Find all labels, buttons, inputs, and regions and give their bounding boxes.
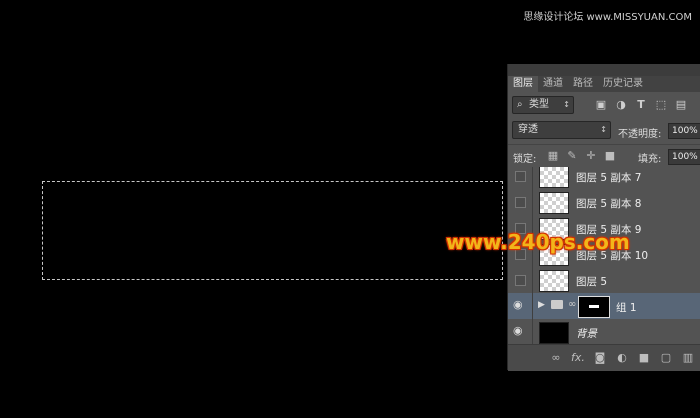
blend-mode-select[interactable]: 穿透 ↕ <box>512 121 611 139</box>
opacity-label: 不透明度: <box>618 129 662 140</box>
layer-row[interactable]: 图层 5 副本 7 <box>508 167 700 190</box>
search-icon: ⌕ <box>517 99 523 110</box>
layer-thumbnail <box>539 192 569 214</box>
layer-name: 图层 5 副本 7 <box>576 172 642 184</box>
layer-row[interactable]: 图层 5 副本 8 <box>508 189 700 216</box>
tab-channels[interactable]: 通道 <box>538 76 568 92</box>
smart-object-filter-icon[interactable]: ▤ <box>674 98 688 112</box>
group-layer-row[interactable]: ◉ ▶ ∞ 组 1 <box>508 293 700 320</box>
layers-bottom-bar: ∞ fx. ◙ ◐ ■ ▢ ▥ <box>508 344 700 371</box>
add-mask-icon[interactable]: ◙ <box>593 351 607 365</box>
layer-name: 背景 <box>576 328 597 340</box>
visibility-toggle[interactable] <box>508 167 533 189</box>
lock-position-icon[interactable]: ✛ <box>584 149 598 163</box>
chevron-updown-icon: ↕ <box>563 100 570 109</box>
lock-image-icon[interactable]: ✎ <box>565 149 579 163</box>
lock-row: 锁定: ▦ ✎ ✛ ■ 填充: 100% <box>508 144 700 167</box>
panel-header-bar[interactable] <box>508 64 700 76</box>
lock-label: 锁定: <box>513 154 537 165</box>
marquee-selection <box>42 181 503 280</box>
visibility-toggle[interactable]: ◉ <box>508 319 533 345</box>
layer-thumbnail <box>539 322 569 344</box>
lock-icons: ▦ ✎ ✛ ■ <box>546 149 617 163</box>
lock-transparent-icon[interactable]: ▦ <box>546 149 560 163</box>
filter-row: ⌕ 类型 ↕ ▣ ◑ T ⬚ ▤ <box>508 92 700 118</box>
folder-icon <box>551 300 563 309</box>
layer-row[interactable]: 图层 5 <box>508 267 700 294</box>
trash-icon[interactable]: ▥ <box>681 351 695 365</box>
layers-panel: 图层 通道 路径 历史记录 ⌕ 类型 ↕ ▣ ◑ T ⬚ ▤ 穿透 ↕ 不透明度… <box>507 64 700 371</box>
tab-layers[interactable]: 图层 <box>508 76 538 92</box>
eye-icon: ◉ <box>513 324 523 337</box>
visibility-toggle[interactable]: ◉ <box>508 293 533 319</box>
new-group-icon[interactable]: ■ <box>637 351 651 365</box>
type-filter-icon[interactable]: T <box>634 98 648 112</box>
filter-icons: ▣ ◑ T ⬚ ▤ <box>594 98 688 112</box>
fill-label: 填充: <box>638 154 662 165</box>
layer-list: 图层 5 副本 7 图层 5 副本 8 图层 5 副本 9 图层 5 副本 10… <box>508 167 700 347</box>
tab-paths[interactable]: 路径 <box>568 76 598 92</box>
fx-icon[interactable]: fx. <box>571 351 585 365</box>
chevron-updown-icon: ↕ <box>600 125 607 134</box>
tab-history[interactable]: 历史记录 <box>598 76 648 92</box>
lock-all-icon[interactable]: ■ <box>603 149 617 163</box>
visibility-toggle[interactable] <box>508 267 533 293</box>
opacity-field[interactable]: 100% <box>668 123 700 139</box>
layer-name: 图层 5 <box>576 276 608 288</box>
site-brand-watermark: www.240ps.com <box>446 230 630 254</box>
image-filter-icon[interactable]: ▣ <box>594 98 608 112</box>
hidden-box-icon <box>515 275 526 286</box>
panel-tabs: 图层 通道 路径 历史记录 <box>508 76 700 92</box>
adjustment-layer-icon[interactable]: ◐ <box>615 351 629 365</box>
blend-mode-value: 穿透 <box>518 124 538 135</box>
link-layers-icon[interactable]: ∞ <box>549 351 563 365</box>
mask-thumbnail[interactable] <box>578 296 610 318</box>
layer-name: 组 1 <box>616 302 637 314</box>
adjustment-filter-icon[interactable]: ◑ <box>614 98 628 112</box>
fill-field[interactable]: 100% <box>668 149 700 165</box>
layer-row[interactable]: ◉ 背景 <box>508 319 700 346</box>
blend-row: 穿透 ↕ 不透明度: 100% <box>508 118 700 142</box>
visibility-toggle[interactable] <box>508 189 533 215</box>
layer-thumbnail <box>539 270 569 292</box>
shape-filter-icon[interactable]: ⬚ <box>654 98 668 112</box>
expand-arrow-icon[interactable]: ▶ <box>538 300 545 310</box>
filter-type-select[interactable]: ⌕ 类型 ↕ <box>512 96 574 114</box>
new-layer-icon[interactable]: ▢ <box>659 351 673 365</box>
eye-icon: ◉ <box>513 298 523 311</box>
hidden-box-icon <box>515 171 526 182</box>
layer-name: 图层 5 副本 8 <box>576 198 642 210</box>
watermark: 思缘设计论坛 www.MISSYUAN.COM <box>523 12 692 23</box>
chain-link-icon[interactable]: ∞ <box>568 299 576 310</box>
bottom-icons: ∞ fx. ◙ ◐ ■ ▢ ▥ <box>549 351 695 365</box>
filter-type-label: 类型 <box>529 99 549 110</box>
mask-shape <box>589 305 599 308</box>
layer-thumbnail <box>539 167 569 188</box>
hidden-box-icon <box>515 197 526 208</box>
